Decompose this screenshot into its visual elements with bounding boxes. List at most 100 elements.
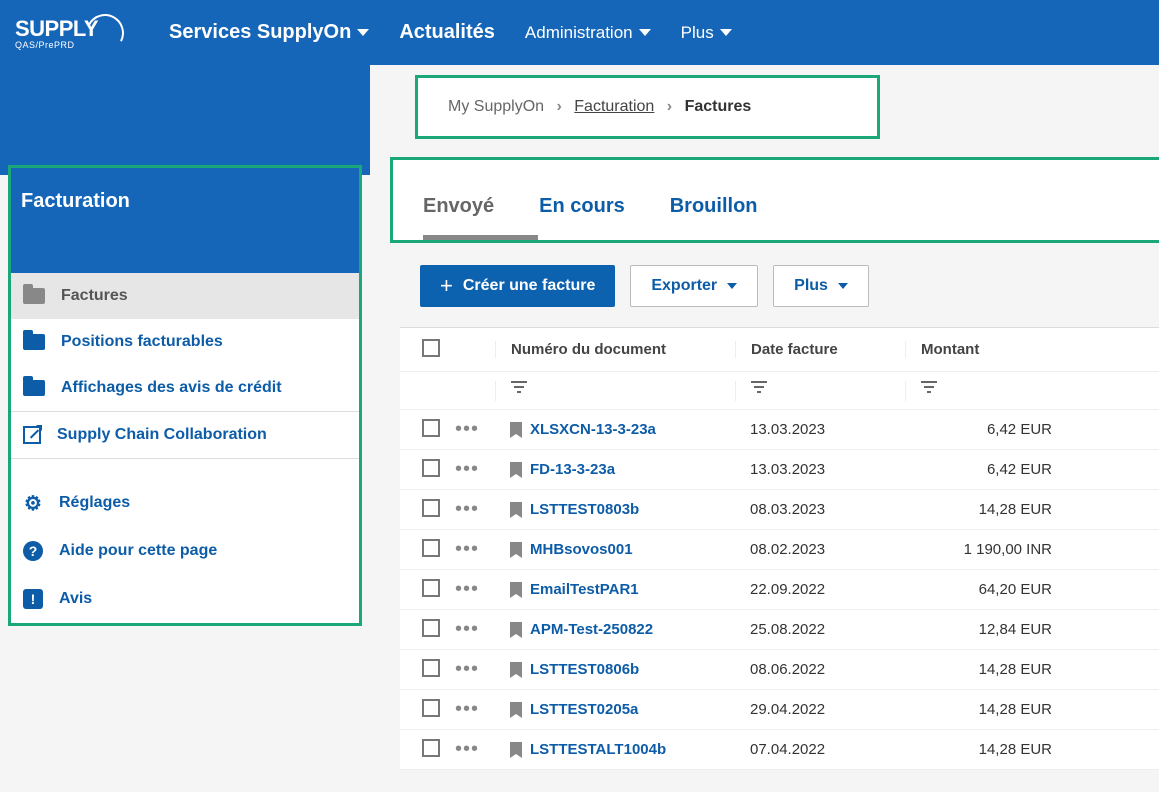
- breadcrumb-root[interactable]: My SupplyOn: [448, 98, 544, 115]
- table-row: ••• FD-13-3-23a 13.03.20236,42 EUR: [400, 450, 1159, 490]
- cell-date: 08.02.2023: [735, 541, 905, 558]
- cell-date: 13.03.2023: [735, 421, 905, 438]
- plus-icon: +: [440, 273, 453, 299]
- row-checkbox[interactable]: [422, 699, 440, 717]
- nav-services[interactable]: Services SupplyOn: [169, 21, 369, 44]
- document-link[interactable]: APM-Test-250822: [530, 621, 653, 638]
- row-checkbox[interactable]: [422, 459, 440, 477]
- invoice-table: Numéro du document Date facture Montant …: [400, 327, 1159, 770]
- bookmark-icon: [510, 422, 522, 438]
- row-checkbox[interactable]: [422, 619, 440, 637]
- sidebar-item-positions[interactable]: Positions facturables: [11, 319, 359, 365]
- chevron-right-icon: ›: [557, 98, 562, 115]
- table-row: ••• LSTTEST0803b 08.03.202314,28 EUR: [400, 490, 1159, 530]
- folder-icon: [23, 380, 45, 396]
- row-actions-icon[interactable]: •••: [455, 538, 479, 560]
- tab-brouillon[interactable]: Brouillon: [670, 195, 758, 240]
- row-checkbox[interactable]: [422, 579, 440, 597]
- cell-date: 13.03.2023: [735, 461, 905, 478]
- document-link[interactable]: LSTTEST0803b: [530, 501, 639, 518]
- sidebar-item-scc[interactable]: Supply Chain Collaboration: [11, 412, 359, 458]
- document-link[interactable]: MHBsovos001: [530, 541, 633, 558]
- table-row: •••EmailTestPAR122.09.202264,20 EUR: [400, 570, 1159, 610]
- row-checkbox[interactable]: [422, 539, 440, 557]
- nav-plus[interactable]: Plus: [681, 21, 732, 44]
- table-row: ••• MHBsovos001 08.02.20231 190,00 INR: [400, 530, 1159, 570]
- cell-amount: 14,28 EUR: [905, 741, 1070, 758]
- external-link-icon: [23, 426, 41, 444]
- row-actions-icon[interactable]: •••: [455, 618, 479, 640]
- cell-amount: 6,42 EUR: [905, 461, 1070, 478]
- breadcrumb-parent[interactable]: Facturation: [574, 98, 654, 115]
- cell-amount: 6,42 EUR: [905, 421, 1070, 438]
- table-row: ••• LSTTESTALT1004b 07.04.202214,28 EUR: [400, 730, 1159, 770]
- document-link[interactable]: FD-13-3-23a: [530, 461, 615, 478]
- chevron-down-icon: [720, 29, 732, 36]
- create-invoice-button[interactable]: + Créer une facture: [420, 265, 615, 307]
- col-header-date[interactable]: Date facture: [735, 341, 905, 358]
- filter-icon[interactable]: [921, 381, 939, 396]
- table-row: ••• XLSXCN-13-3-23a 13.03.20236,42 EUR: [400, 410, 1159, 450]
- sidebar-item-avis[interactable]: ! Avis: [11, 575, 359, 623]
- tab-encours[interactable]: En cours: [539, 195, 625, 240]
- cell-date: 08.06.2022: [735, 661, 905, 678]
- row-actions-icon[interactable]: •••: [455, 578, 479, 600]
- cell-amount: 14,28 EUR: [905, 661, 1070, 678]
- row-checkbox[interactable]: [422, 739, 440, 757]
- sidebar-item-avis-credit[interactable]: Affichages des avis de crédit: [11, 365, 359, 411]
- nav-actualites[interactable]: Actualités: [399, 21, 495, 44]
- gear-icon: ⚙: [23, 493, 43, 513]
- cell-date: 07.04.2022: [735, 741, 905, 758]
- row-checkbox[interactable]: [422, 499, 440, 517]
- help-icon: ?: [23, 541, 43, 561]
- cell-amount: 1 190,00 INR: [905, 541, 1070, 558]
- chevron-down-icon: [838, 283, 848, 289]
- row-actions-icon[interactable]: •••: [455, 418, 479, 440]
- filter-icon[interactable]: [751, 381, 769, 396]
- cell-amount: 14,28 EUR: [905, 701, 1070, 718]
- nav-administration[interactable]: Administration: [525, 21, 651, 44]
- bookmark-icon: [510, 542, 522, 558]
- col-header-amount[interactable]: Montant: [905, 341, 1070, 358]
- cell-date: 29.04.2022: [735, 701, 905, 718]
- more-button[interactable]: Plus: [773, 265, 869, 307]
- top-header: SUPPLY QAS/PrePRD Services SupplyOn Actu…: [0, 0, 1159, 65]
- row-actions-icon[interactable]: •••: [455, 458, 479, 480]
- document-link[interactable]: LSTTEST0205a: [530, 701, 638, 718]
- row-actions-icon[interactable]: •••: [455, 738, 479, 760]
- filter-icon[interactable]: [511, 381, 529, 396]
- document-link[interactable]: XLSXCN-13-3-23a: [530, 421, 656, 438]
- folder-icon: [23, 334, 45, 350]
- table-header: Numéro du document Date facture Montant: [400, 328, 1159, 372]
- tab-indicator: [423, 235, 538, 240]
- row-actions-icon[interactable]: •••: [455, 498, 479, 520]
- cell-date: 08.03.2023: [735, 501, 905, 518]
- bookmark-icon: [510, 742, 522, 758]
- table-row: ••• APM-Test-250822 25.08.202212,84 EUR: [400, 610, 1159, 650]
- cell-amount: 14,28 EUR: [905, 501, 1070, 518]
- alert-icon: !: [23, 589, 43, 609]
- cell-date: 25.08.2022: [735, 621, 905, 638]
- export-button[interactable]: Exporter: [630, 265, 758, 307]
- sidebar-item-factures[interactable]: Factures: [11, 273, 359, 319]
- document-link[interactable]: EmailTestPAR1: [530, 581, 639, 598]
- row-checkbox[interactable]: [422, 659, 440, 677]
- folder-icon: [23, 288, 45, 304]
- document-link[interactable]: LSTTEST0806b: [530, 661, 639, 678]
- sidebar-item-reglages[interactable]: ⚙ Réglages: [11, 479, 359, 527]
- tab-envoye[interactable]: Envoyé: [423, 195, 494, 240]
- sidebar-item-aide[interactable]: ? Aide pour cette page: [11, 527, 359, 575]
- select-all-checkbox[interactable]: [422, 339, 440, 357]
- row-checkbox[interactable]: [422, 419, 440, 437]
- table-filter-row: [400, 372, 1159, 410]
- row-actions-icon[interactable]: •••: [455, 658, 479, 680]
- col-header-doc[interactable]: Numéro du document: [495, 341, 735, 358]
- cell-date: 22.09.2022: [735, 581, 905, 598]
- document-link[interactable]: LSTTESTALT1004b: [530, 741, 666, 758]
- cell-amount: 12,84 EUR: [905, 621, 1070, 638]
- top-nav: Services SupplyOn Actualités Administrat…: [169, 21, 732, 44]
- chevron-right-icon: ›: [667, 98, 672, 115]
- breadcrumb: My SupplyOn › Facturation › Factures: [448, 98, 847, 116]
- row-actions-icon[interactable]: •••: [455, 698, 479, 720]
- logo[interactable]: SUPPLY QAS/PrePRD: [15, 14, 124, 52]
